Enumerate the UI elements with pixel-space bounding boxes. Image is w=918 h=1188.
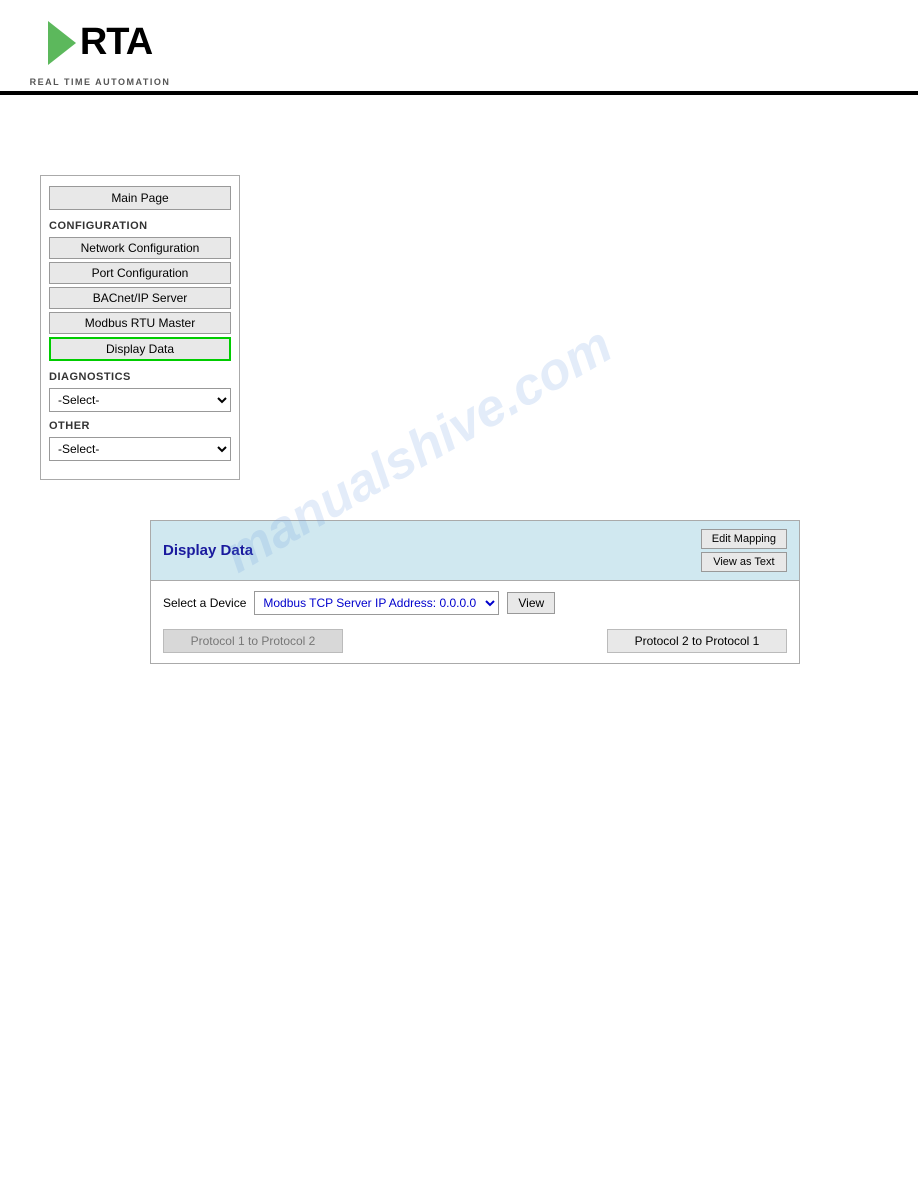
display-data-body: Select a Device Modbus TCP Server IP Add… bbox=[151, 581, 799, 663]
logo-arrow-icon bbox=[48, 21, 76, 65]
edit-mapping-button[interactable]: Edit Mapping bbox=[701, 529, 787, 549]
diagnostics-select[interactable]: -Select- bbox=[49, 388, 231, 412]
logo-box: RTA bbox=[20, 10, 180, 75]
display-data-action-buttons: Edit Mapping View as Text bbox=[701, 529, 787, 572]
network-config-button[interactable]: Network Configuration bbox=[49, 237, 231, 259]
main-page-button[interactable]: Main Page bbox=[49, 186, 231, 210]
display-data-header: Display Data Edit Mapping View as Text bbox=[151, 521, 799, 581]
bacnet-button[interactable]: BACnet/IP Server bbox=[49, 287, 231, 309]
header: RTA REAL TIME AUTOMATION bbox=[0, 0, 918, 87]
other-section-label: OTHER bbox=[49, 420, 231, 432]
protocol1-to-2-button[interactable]: Protocol 1 to Protocol 2 bbox=[163, 629, 343, 653]
nav-panel: Main Page CONFIGURATION Network Configur… bbox=[40, 175, 240, 480]
display-data-panel: Display Data Edit Mapping View as Text S… bbox=[150, 520, 800, 664]
main-content: Main Page CONFIGURATION Network Configur… bbox=[0, 95, 918, 684]
other-select[interactable]: -Select- bbox=[49, 437, 231, 461]
select-device-row: Select a Device Modbus TCP Server IP Add… bbox=[163, 591, 787, 615]
protocol2-to-1-button[interactable]: Protocol 2 to Protocol 1 bbox=[607, 629, 787, 653]
device-select[interactable]: Modbus TCP Server IP Address: 0.0.0.0 bbox=[254, 591, 499, 615]
port-config-button[interactable]: Port Configuration bbox=[49, 262, 231, 284]
display-data-button[interactable]: Display Data bbox=[49, 337, 231, 361]
logo-subtitle: REAL TIME AUTOMATION bbox=[30, 77, 171, 87]
logo-text: RTA bbox=[80, 21, 152, 64]
view-button[interactable]: View bbox=[507, 592, 555, 614]
configuration-section-label: CONFIGURATION bbox=[49, 220, 231, 232]
protocol-buttons-row: Protocol 1 to Protocol 2 Protocol 2 to P… bbox=[163, 629, 787, 653]
select-device-label: Select a Device bbox=[163, 596, 246, 610]
logo-rta: RTA bbox=[48, 21, 152, 65]
modbus-button[interactable]: Modbus RTU Master bbox=[49, 312, 231, 334]
view-as-text-button[interactable]: View as Text bbox=[701, 552, 787, 572]
logo-container: RTA REAL TIME AUTOMATION bbox=[20, 10, 180, 87]
diagnostics-section-label: DIAGNOSTICS bbox=[49, 371, 231, 383]
display-data-title: Display Data bbox=[163, 542, 253, 559]
